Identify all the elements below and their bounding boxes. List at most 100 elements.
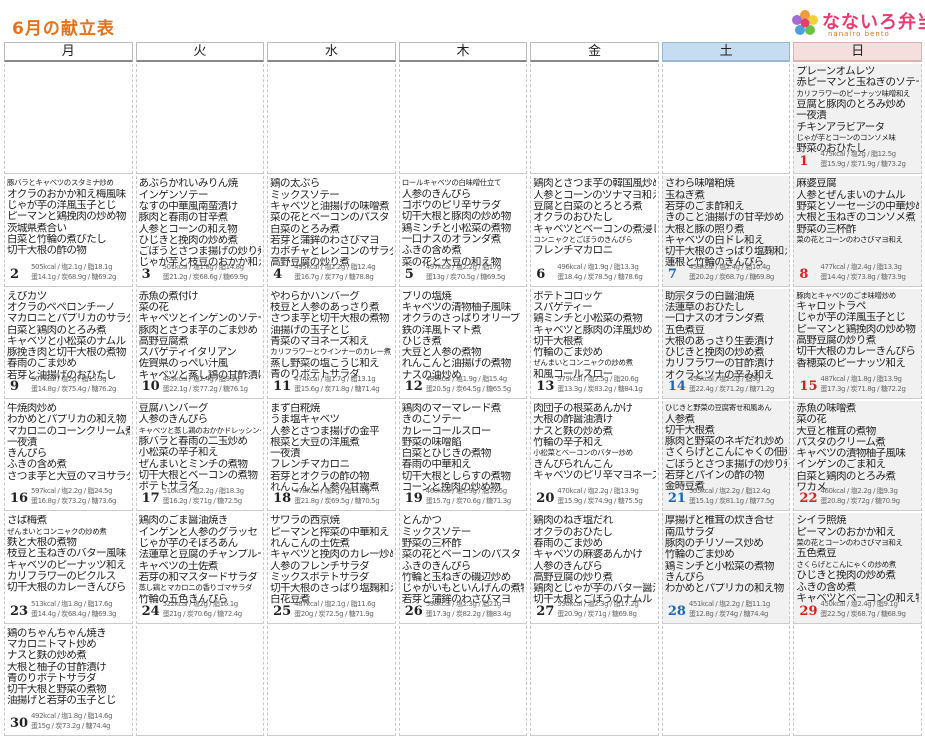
menu-list: さわら味噌粕焼 玉ねぎ煮 若芽のごま酢和え きのこと油揚げの甘辛炒め 大根と豚の照り煮キ… [665,178,788,268]
menu-item: 豚肉のチリソース炒め [664,537,764,549]
menu-item: 根菜と大豆の洋風煮 [270,436,360,448]
nutrition-protein-carbs-sugar: 蛋20.8g / 炭72g / 糖70.9g [820,497,900,506]
menu-item: ふきの含め煮 [7,459,67,471]
menu-item: ピーマンと鶏挽肉の炒め物 [7,211,126,223]
nutrition-energy-salt-fat: 475kcal / 塩2g / 脂12.5g [820,150,896,159]
menu-list: 豆腐ハンバーグ 人参のきんぴら キャベツと蒸し鶏のおかかドレッシング 豚バラと春雨の二… [139,403,262,493]
menu-item: 鶏肉のごま醤油焼き [138,515,229,527]
menu-item: さくらげとこんにゃくの炒め煮 [796,559,896,569]
menu-list: さば梅煮 ぜんまいとコンニャクの炒め煮 麩と大根の煮物 枝豆と玉ねぎのバター風味 キャベ… [7,515,130,593]
day-cell: 豚バラとキャベツのスタミナ炒め オクラのおかか和え梅風味 じゃが芋の洋風玉子とじ ピー… [4,176,133,287]
menu-list: 鶏肉のねぎ塩だれ オクラのおひたし 春雨のごま炒め キャベツの麻婆あんかけ 人参のきんぴ… [533,515,656,605]
menu-item: うま塩キャベツ [270,414,340,426]
day-number: 7 [667,266,677,282]
menu-item: 玉ねぎ煮 [664,189,705,201]
menu-item: 肉団子の根菜あんかけ [533,403,633,414]
nutrition-protein-carbs-sugar: 蛋16.2g / 炭71g / 糖72.5g [162,497,243,506]
menu-item: 法蓮草のおひたし [664,301,745,313]
day-cell: 肉団子の根菜あんかけ 大根の酢醤油漬け ナスと麩の炒め煮 竹輪の辛子和え 小松菜とベーコ… [530,401,659,512]
menu-item: ぜんまいとコンニャクの炒め煮 [7,526,107,536]
nutrition-footer: 27 530kcal / 塩2.3g / 脂17.2g 蛋20.9g / 炭71g … [533,599,656,621]
menu-item: 人参のきんぴら [533,560,603,572]
menu-item: 鶏肉のマーマレード煮 [401,403,502,414]
menu-item: わかめとパプリカの和え物 [664,583,784,595]
nutrition-footer: 24 522kcal / 塩2g / 脂16.1g 蛋21g / 炭70.6g / … [139,599,262,621]
menu-item: キャベツとインゲンのソテー [138,313,262,325]
header-wednesday: 水 [267,42,396,62]
menu-item: ピーマンと搾菜の中華和え [270,526,389,538]
nutrition-footer: 12 489kcal / 塩1.9g / 脂15.4g 蛋20.5g / 炭64.5… [402,374,525,396]
nutrition-footer: 22 460kcal / 塩2.2g / 脂9.3g 蛋20.8g / 炭72g /… [796,486,919,508]
nutrition-protein-carbs-sugar: 蛋22.5g / 炭68.7g / 糖68.9g [820,609,906,618]
day-number: 26 [404,603,423,619]
menu-item: 野菜の三杯酢 [796,223,856,235]
day-number: 3 [141,266,151,282]
menu-item: 赤ピーマンと玉ねぎのソテー [796,77,919,89]
day-cell: まず白糀焼 うま塩キャベツ 人参とさつま揚げの金平 根菜と大豆の洋風煮 一夜漬 フレンチマ… [267,401,396,512]
nutrition-footer: 5 497kcal / 塩2.2g / 脂17g 蛋13g / 炭70.5g / 糖… [402,262,525,284]
menu-list: シイラ照焼 ピーマンのおかか和え 菜の花とコーンのわさびマヨ和え 五色煮豆 さくらげとこ… [796,515,919,604]
flower-logo-icon [792,10,818,35]
day-number: 23 [10,603,29,619]
menu-item: 野菜の味噌餡 [401,436,462,448]
menu-item: 油揚げの玉子とじ [270,324,350,336]
menu-item: 若芽とパインの酢の物 [664,469,765,481]
menu-item: 菜の花 [138,301,169,313]
nutrition-protein-carbs-sugar: 蛋14.1g / 炭68.9g / 糖69.2g [31,272,117,281]
menu-list: ひじきと野菜の豆腐寄せ和風あん 人参煮 切干大根煮 豚肉と野菜のネギだれ炒め さくらげと… [665,403,788,493]
menu-item: オクラのおひたし [533,526,613,538]
day-number: 2 [10,266,20,282]
menu-item: 鶏のちゃんちゃん焼き [7,627,107,639]
menu-item: ゴボウのピリ辛サラダ [401,200,502,212]
menu-item: インゲンと人参のグラッセ [138,526,258,538]
menu-item: 人参のきんぴら [401,188,472,200]
menu-item: オクラのおかか和え梅風味 [7,188,126,200]
menu-list: 肉団子の根菜あんかけ 大根の酢醤油漬け ナスと麩の炒め煮 竹輪の辛子和え 小松菜とベーコ… [533,403,656,481]
nutrition-protein-carbs-sugar: 蛋21.2g / 炭68.6g / 糖69.9g [162,272,249,281]
nutrition-energy-salt-fat: 505kcal / 塩2.2g / 脂12.4g [688,487,771,496]
menu-item: 人参煮 [664,413,695,425]
day-cell: シイラ照焼 ピーマンのおかか和え 菜の花とコーンのわさびマヨ和え 五色煮豆 さくらげとこ… [793,513,922,624]
day-cell: 豚肉とキャベツのごま味噌炒め キャロットラペ じゃが芋の洋風玉子とじ ピーマンと鶏挽肉… [793,288,922,399]
menu-item: 蒸し野菜の塩こうじ和え [270,357,380,369]
day-cell: 鶏肉のごま醤油焼き インゲンと人参のグラッセ じゃが芋のそぼろあん 法蓮草と豆腐のチャ… [135,513,265,624]
menu-item: 切干大根のカレーきんぴら [796,346,916,358]
nutrition-footer: 11 474kcal / 塩1.7g / 脂13.1g 蛋15.6g / 炭71.8… [270,374,393,396]
menu-item: オクラのペペロンチーノ [7,301,116,313]
nutrition-energy-salt-fat: 474kcal / 塩1.7g / 脂13.1g [294,375,376,383]
nutrition-energy-salt-fat: 451kcal / 塩2.2g / 脂11.1g [688,599,771,608]
menu-item: キャベツと豚肉の洋風炒め [533,324,653,336]
menu-item: 人参のフレンチサラダ [270,560,370,572]
menu-item: スパゲティー [533,301,593,313]
nutrition-footer: 21 505kcal / 塩2.2g / 脂12.4g 蛋15.1g / 炭81.1… [665,486,788,508]
nutrition-energy-salt-fat: 489kcal / 塩1.9g / 脂15.4g [425,375,508,383]
menu-item: 大根の酢醤油漬け [533,414,613,426]
menu-item: 鶏ミンチと小松菜の煮物 [664,560,775,572]
menu-item: 菜の花とベーコンのパスタ [401,549,521,561]
menu-item: 若芽と蒲鉾のわさびマヨ [270,234,380,246]
menu-list: あぶらかれいみりん焼 インゲンソテー なすの中華風南蛮漬け 豚肉と春雨の甘辛煮 人参とコ… [139,178,262,268]
nutrition-protein-carbs-sugar: 蛋13.3g / 炭83.2g / 糖84.1g [557,385,643,393]
nutrition-footer: 10 489kcal / 塩2.4g / 脂9.2g 蛋22.1g / 炭77.2g… [139,374,262,396]
menu-item: ピーマンと鶏挽肉の炒め物 [796,323,916,335]
menu-item: カボチャとレンコンのサラダ [270,246,393,258]
nutrition-footer: 3 501kcal / 塩1.8g / 脂14.8g 蛋21.2g / 炭68.6g… [139,262,262,284]
menu-item: 高野豆腐の炒り煮 [533,571,613,583]
menu-item: 鶏ミンチと小松菜の煮物 [401,222,512,234]
menu-list: まず白糀焼 うま塩キャベツ 人参とさつま揚げの金平 根菜と大豆の洋風煮 一夜漬 フレンチマ… [270,403,393,493]
menu-item: 小松菜の辛子和え [138,447,219,459]
menu-item: キャベツとベーコンの煮浸し [533,223,656,235]
menu-item: キャベツの漬物柚子風味 [796,448,906,460]
menu-item: カリフラワーとウインナーのカレー煮 [270,347,391,357]
nutrition-energy-salt-fat: 487kcal / 塩1.8g / 脂13.9g [820,375,902,383]
menu-list: 助宗タラの白醤油焼 法蓮草のおひたし 一口ナスのオランダ煮 五色煮豆 大根のあっさり生姜… [665,291,788,381]
menu-item: スパゲティイタリアン [138,347,237,359]
menu-item: キャベツのピリ辛マヨネーズ [533,469,656,481]
nutrition-energy-salt-fat: 579kcal / 塩2.5g / 脂20.6g [557,375,639,383]
nutrition-footer: 26 598kcal / 塩2.3g / 脂21g 蛋17.3g / 炭82.2g … [402,599,525,621]
menu-item: 鶏肉とじゃが芋のバター醤油 [533,583,656,595]
menu-item: 高野豆腐煮 [138,335,189,347]
nutrition-protein-carbs-sugar: 蛋15.1g / 炭81.1g / 糖77.5g [688,497,775,506]
menu-item: ごぼうとさつま揚げの炒り煮 [138,246,262,258]
menu-list: 鶏のちゃんちゃん焼き マカロニトマト炒め ナスと麩の炒め煮 大根と柚子の甘酢漬け 青のり… [7,628,130,707]
